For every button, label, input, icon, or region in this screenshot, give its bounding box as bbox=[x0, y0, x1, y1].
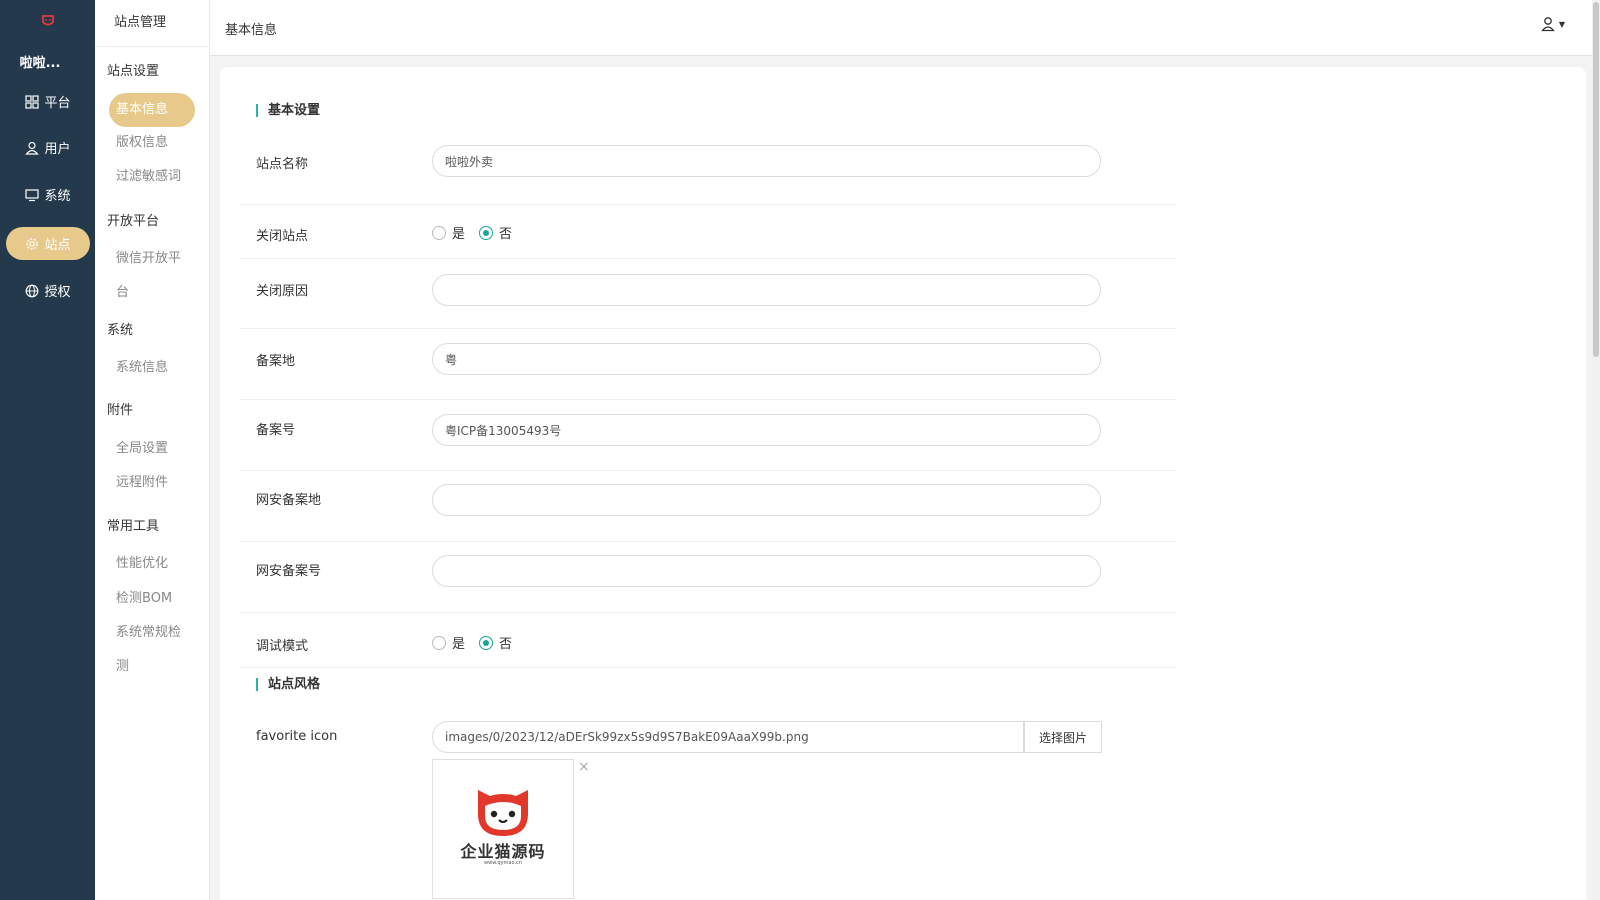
sidebar-item-wechat-open-wrap[interactable]: 台 bbox=[116, 276, 196, 310]
radio-no-label: 否 bbox=[499, 227, 513, 242]
rail-item-label: 用户 bbox=[44, 142, 71, 157]
rail-item-license[interactable]: 授权 bbox=[6, 274, 90, 307]
rail-item-platform[interactable]: 平台 bbox=[6, 85, 90, 118]
settings-card: 基本设置 站点名称 关闭站点 是 否 关闭原因 备案地 备案号 网安备案地 网安… bbox=[220, 67, 1586, 900]
row-close-reason: 关闭原因 bbox=[240, 259, 1177, 329]
close-site-yes-radio[interactable] bbox=[432, 225, 446, 240]
sidebar-item-performance[interactable]: 性能优化 bbox=[116, 547, 196, 581]
rail-item-label: 系统 bbox=[44, 189, 71, 204]
police-place-label: 网安备案地 bbox=[256, 493, 322, 508]
cat-logo-icon bbox=[478, 790, 528, 836]
close-reason-label: 关闭原因 bbox=[256, 284, 309, 299]
sidebar-item-basic-info[interactable]: 基本信息 bbox=[109, 93, 195, 127]
debug-yes-radio[interactable] bbox=[432, 635, 446, 650]
secondary-sidebar: 站点管理 站点设置 基本信息 版权信息 过滤敏感词 开放平台 微信开放平 台 系… bbox=[95, 0, 210, 900]
chevron-down-icon: ▼ bbox=[1558, 19, 1565, 29]
preview-logo-subtext: www.qymao.cn bbox=[484, 860, 522, 866]
rail-item-label: 平台 bbox=[44, 96, 71, 111]
beian-place-input[interactable] bbox=[432, 343, 1101, 375]
rail-item-site[interactable]: 站点 bbox=[6, 227, 90, 260]
brand-name: 啦啦... bbox=[19, 56, 61, 71]
user-menu-button[interactable]: ▼ bbox=[1541, 16, 1565, 32]
sidebar-item-routine-check[interactable]: 系统常规检 bbox=[116, 616, 196, 650]
close-site-no-radio[interactable] bbox=[479, 225, 494, 240]
sidebar-group-attachments: 附件 bbox=[107, 403, 134, 418]
sidebar-group-tools: 常用工具 bbox=[107, 519, 160, 534]
page-title: 基本信息 bbox=[225, 23, 278, 38]
sidebar-item-check-bom[interactable]: 检测BOM bbox=[116, 582, 196, 616]
row-police-no: 网安备案号 bbox=[240, 542, 1177, 613]
row-close-site: 关闭站点 是 否 bbox=[240, 205, 1177, 259]
police-no-input[interactable] bbox=[432, 555, 1101, 587]
debug-no-radio[interactable] bbox=[479, 635, 494, 650]
user-icon bbox=[1541, 17, 1555, 32]
row-beian-no: 备案号 bbox=[240, 400, 1177, 471]
sidebar-item-system-info[interactable]: 系统信息 bbox=[116, 351, 196, 385]
scrollbar-thumb[interactable] bbox=[1593, 2, 1599, 357]
choose-image-button[interactable]: 选择图片 bbox=[1024, 721, 1102, 753]
row-beian-place: 备案地 bbox=[240, 329, 1177, 400]
site-name-label: 站点名称 bbox=[256, 157, 309, 172]
radio-yes-label: 是 bbox=[452, 227, 466, 242]
police-place-input[interactable] bbox=[432, 484, 1101, 516]
page-scrollbar[interactable] bbox=[1592, 0, 1600, 900]
sidebar-item-global-settings[interactable]: 全局设置 bbox=[116, 432, 196, 466]
site-name-input[interactable] bbox=[432, 145, 1101, 177]
sidebar-title: 站点管理 bbox=[95, 0, 209, 47]
favicon-preview: 企业猫源码 www.qymao.cn bbox=[432, 759, 574, 899]
user-icon bbox=[25, 141, 40, 155]
gear-icon bbox=[26, 237, 39, 250]
debug-mode-label: 调试模式 bbox=[256, 639, 309, 654]
preview-logo-text: 企业猫源码 bbox=[460, 842, 546, 861]
favicon-path-input[interactable] bbox=[432, 721, 1024, 753]
rail-item-label: 授权 bbox=[44, 285, 71, 300]
debug-mode-radio-group: 是 否 bbox=[432, 633, 526, 652]
radio-yes-label: 是 bbox=[452, 637, 466, 652]
rail-item-users[interactable]: 用户 bbox=[6, 131, 90, 164]
row-favicon: favorite icon 选择图片 企业猫源码 www.qymao.cn × bbox=[240, 717, 1177, 900]
sidebar-group-system: 系统 bbox=[107, 323, 134, 338]
row-debug-mode: 调试模式 是 否 bbox=[240, 613, 1177, 668]
police-no-label: 网安备案号 bbox=[256, 564, 322, 579]
globe-icon bbox=[26, 284, 39, 297]
sidebar-item-sensitive-words[interactable]: 过滤敏感词 bbox=[116, 160, 196, 194]
remove-image-icon[interactable]: × bbox=[578, 759, 590, 775]
sidebar-group-open-platform: 开放平台 bbox=[107, 214, 160, 229]
section-site-style: 站点风格 bbox=[256, 678, 320, 691]
grid-icon bbox=[25, 94, 40, 109]
beian-no-label: 备案号 bbox=[256, 423, 296, 438]
top-bar: 基本信息 ▼ bbox=[210, 0, 1600, 56]
monitor-icon bbox=[25, 188, 40, 201]
favicon-label: favorite icon bbox=[256, 729, 338, 744]
sidebar-item-remote-attachments[interactable]: 远程附件 bbox=[116, 466, 196, 500]
close-site-radio-group: 是 否 bbox=[432, 223, 526, 242]
row-police-place: 网安备案地 bbox=[240, 471, 1177, 542]
main-nav-rail: 啦啦... 平台 用户 系统 站点 授权 bbox=[0, 0, 95, 900]
sidebar-item-routine-check-wrap[interactable]: 测 bbox=[116, 650, 196, 684]
section-basic-settings: 基本设置 bbox=[256, 104, 320, 117]
sidebar-group-site-settings: 站点设置 bbox=[107, 64, 160, 79]
rail-item-system[interactable]: 系统 bbox=[6, 178, 90, 211]
app-logo-icon[interactable] bbox=[0, 14, 95, 32]
beian-place-label: 备案地 bbox=[256, 354, 296, 369]
radio-no-label: 否 bbox=[499, 637, 513, 652]
close-site-label: 关闭站点 bbox=[256, 229, 309, 244]
rail-item-label: 站点 bbox=[44, 238, 71, 253]
beian-no-input[interactable] bbox=[432, 414, 1101, 446]
sidebar-item-copyright[interactable]: 版权信息 bbox=[116, 126, 196, 160]
close-reason-input[interactable] bbox=[432, 274, 1101, 306]
sidebar-item-wechat-open[interactable]: 微信开放平 bbox=[116, 242, 196, 276]
row-site-name: 站点名称 bbox=[240, 137, 1177, 205]
